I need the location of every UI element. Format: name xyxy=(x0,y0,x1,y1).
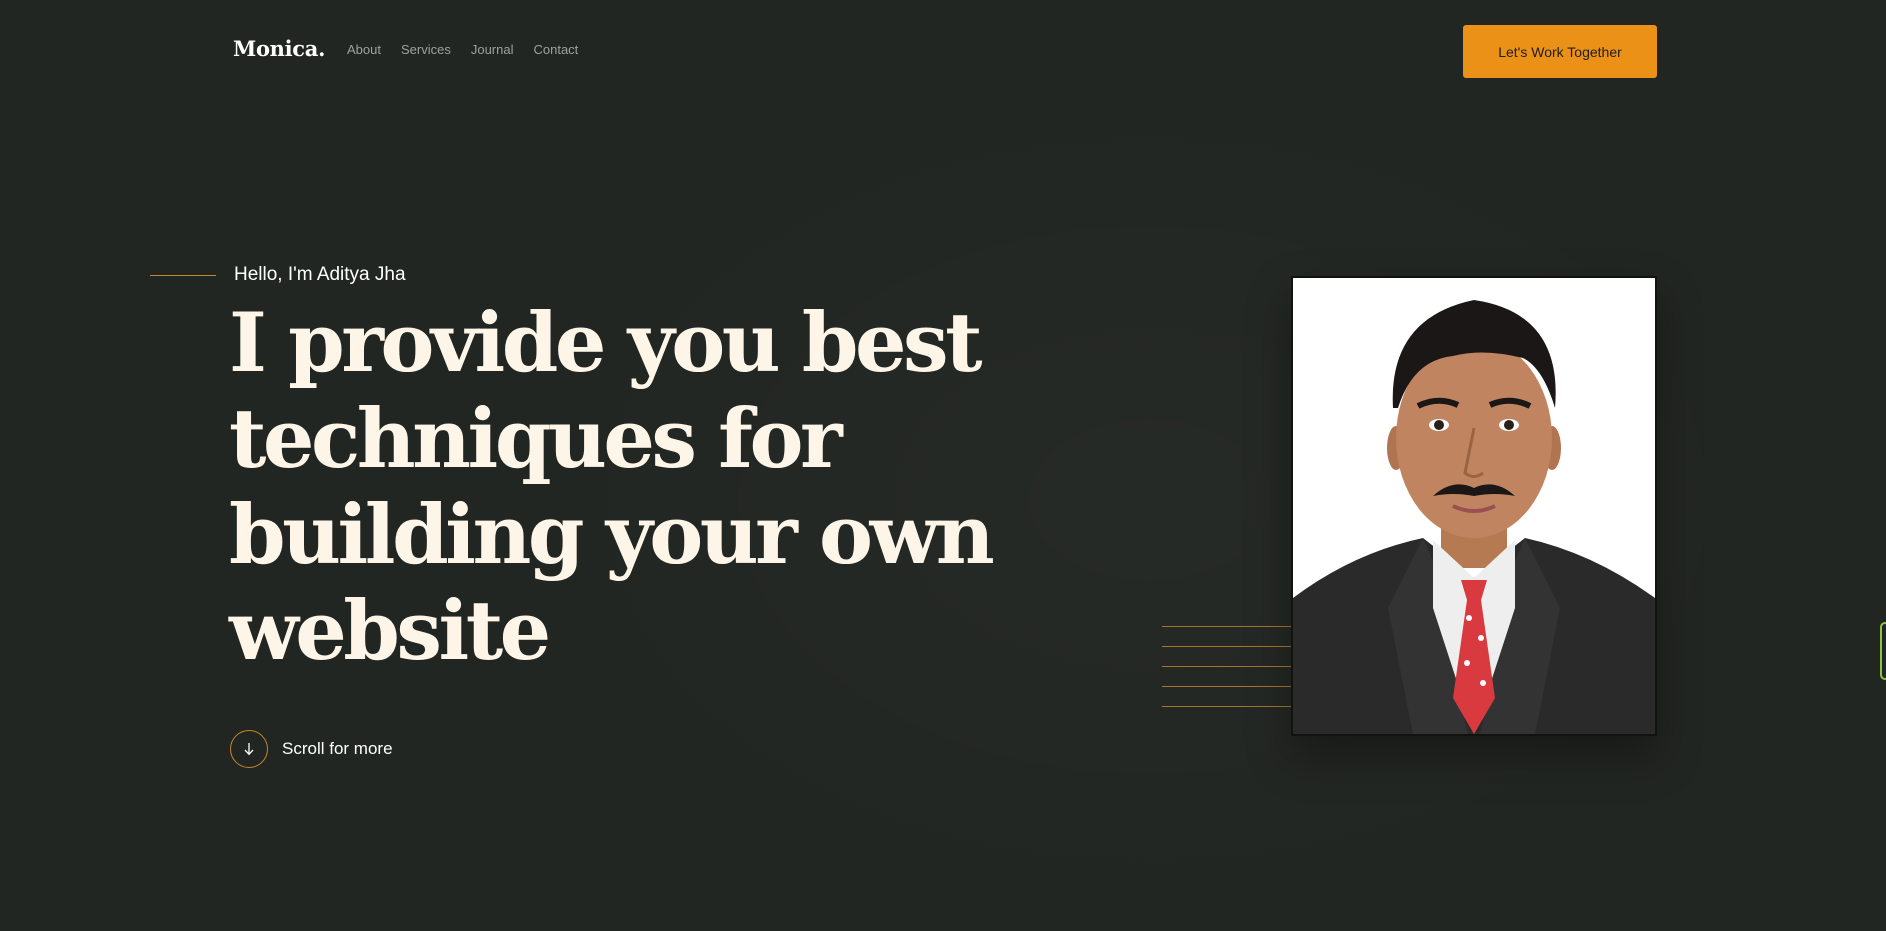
deco-line xyxy=(1162,686,1292,687)
scroll-for-more-button[interactable]: Scroll for more xyxy=(230,730,393,768)
arrow-down-icon xyxy=(230,730,268,768)
portrait-illustration xyxy=(1293,278,1655,734)
deco-line xyxy=(1162,706,1292,707)
work-together-button[interactable]: Let's Work Together xyxy=(1463,25,1657,78)
decorative-lines xyxy=(1162,626,1292,726)
profile-photo xyxy=(1291,276,1657,736)
greeting-text: Hello, I'm Aditya Jha xyxy=(234,264,406,285)
greeting-accent-line xyxy=(150,275,216,276)
nav-link-services[interactable]: Services xyxy=(401,40,451,60)
main-nav: About Services Journal Contact xyxy=(347,40,578,60)
deco-line xyxy=(1162,666,1292,667)
nav-link-about[interactable]: About xyxy=(347,40,381,60)
deco-line xyxy=(1162,646,1292,647)
nav-link-contact[interactable]: Contact xyxy=(533,40,578,60)
deco-line xyxy=(1162,626,1292,627)
page: Monica. About Services Journal Contact L… xyxy=(0,0,1886,931)
site-logo[interactable]: Monica. xyxy=(233,33,325,65)
headline-line: techniques for xyxy=(229,392,843,487)
nav-link-journal[interactable]: Journal xyxy=(471,40,514,60)
scroll-label: Scroll for more xyxy=(282,739,393,758)
headline-line: I provide you best xyxy=(229,296,983,391)
headline-line: website xyxy=(229,584,551,679)
headline-line: building your own xyxy=(229,488,995,583)
side-widget-tab[interactable] xyxy=(1880,622,1886,680)
hero-headline: I provide you best techniques for buildi… xyxy=(229,296,1069,680)
